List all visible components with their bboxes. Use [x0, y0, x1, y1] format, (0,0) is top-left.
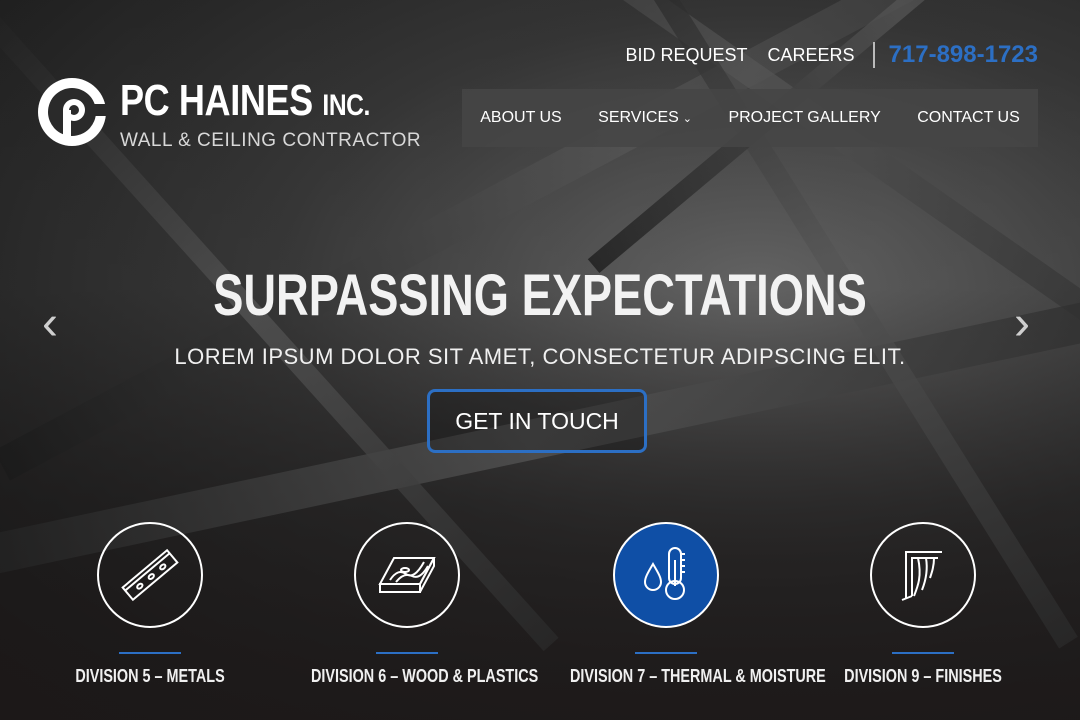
division-icon-circle: [97, 522, 203, 628]
division-underline: [892, 652, 954, 654]
wood-board-icon: [378, 557, 436, 593]
nav-item-project-gallery[interactable]: PROJECT GALLERY: [728, 109, 880, 127]
division-label: DIVISION 9 – FINISHES: [844, 666, 1002, 686]
nav-label-services: SERVICES: [598, 109, 679, 126]
division-underline: [635, 652, 697, 654]
top-utility-bar: BID REQUEST CAREERS 717-898-1723: [605, 40, 1038, 70]
get-in-touch-button[interactable]: GET IN TOUCH: [427, 389, 647, 453]
division-card-thermal-moisture[interactable]: DIVISION 7 – THERMAL & MOISTURE: [546, 522, 826, 687]
drywall-finish-icon: [901, 551, 942, 601]
logo-name-text: PC HAINES: [120, 76, 313, 125]
division-icon-circle-active: [613, 522, 719, 628]
nav-label-contact-us: CONTACT US: [917, 109, 1020, 126]
logo-name: PC HAINES INC.: [120, 76, 370, 126]
metal-stud-icon: [121, 548, 179, 602]
division-label: DIVISION 7 – THERMAL & MOISTURE: [570, 666, 826, 686]
division-underline: [376, 652, 438, 654]
nav-item-services[interactable]: SERVICES ⌄: [598, 109, 692, 127]
division-underline: [119, 652, 181, 654]
nav-item-contact-us[interactable]: CONTACT US: [917, 109, 1020, 127]
chevron-down-icon: ⌄: [682, 112, 692, 125]
slider-prev-arrow-icon[interactable]: ‹: [30, 296, 70, 351]
division-card-finishes[interactable]: DIVISION 9 – FINISHES: [803, 522, 1043, 687]
company-logo[interactable]: PC HAINES INC. WALL & CEILING CONTRACTOR: [36, 74, 421, 154]
nav-label-about-us: ABOUT US: [480, 109, 562, 126]
slider-next-arrow-icon[interactable]: ›: [1002, 296, 1042, 351]
phone-link[interactable]: 717-898-1723: [889, 41, 1038, 69]
nav-item-about-us[interactable]: ABOUT US: [480, 109, 562, 127]
hero-headline: SURPASSING EXPECTATIONS: [213, 263, 867, 328]
logo-suffix: INC.: [322, 89, 370, 122]
division-label: DIVISION 6 – WOOD & PLASTICS: [311, 666, 539, 686]
division-icon-circle: [354, 522, 460, 628]
nav-label-project-gallery: PROJECT GALLERY: [728, 109, 881, 126]
division-label: DIVISION 5 – METALS: [75, 666, 225, 686]
division-card-wood-plastics[interactable]: DIVISION 6 – WOOD & PLASTICS: [287, 522, 539, 687]
thermometer-drop-icon: [643, 547, 685, 600]
main-nav: ABOUT US SERVICES ⌄ PROJECT GALLERY CONT…: [462, 89, 1038, 147]
division-card-metals[interactable]: DIVISION 5 – METALS: [30, 522, 270, 687]
division-icon-circle: [870, 522, 976, 628]
hero-subline: LOREM IPSUM DOLOR SIT AMET, CONSECTETUR …: [174, 344, 906, 369]
careers-link[interactable]: CAREERS: [768, 45, 855, 66]
pc-logo-mark-icon: [38, 78, 108, 146]
logo-tagline: WALL & CEILING CONTRACTOR: [120, 130, 422, 151]
bid-request-link[interactable]: BID REQUEST: [625, 45, 747, 66]
topbar-divider: [872, 42, 875, 68]
divisions-row: DIVISION 5 – METALS DIVISION 6 – WOOD & …: [0, 522, 1080, 720]
